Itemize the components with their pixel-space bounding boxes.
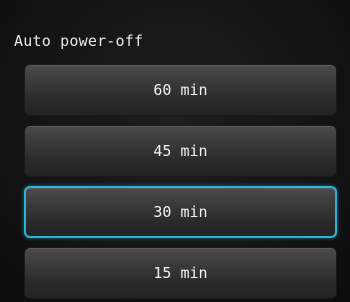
option-label: 45 min — [153, 142, 208, 160]
option-30-min-button[interactable]: 30 min — [24, 186, 337, 238]
option-list: 60 min 45 min 30 min 15 min — [24, 64, 337, 299]
option-60-min-button[interactable]: 60 min — [24, 64, 337, 116]
option-15-min-button[interactable]: 15 min — [24, 247, 337, 299]
option-45-min-button[interactable]: 45 min — [24, 125, 337, 177]
option-label: 60 min — [153, 81, 208, 99]
option-label: 30 min — [153, 203, 208, 221]
option-label: 15 min — [153, 264, 208, 282]
auto-power-off-screen: Auto power-off 60 min 45 min 30 min 15 m… — [0, 0, 350, 302]
screen-title: Auto power-off — [14, 32, 144, 50]
